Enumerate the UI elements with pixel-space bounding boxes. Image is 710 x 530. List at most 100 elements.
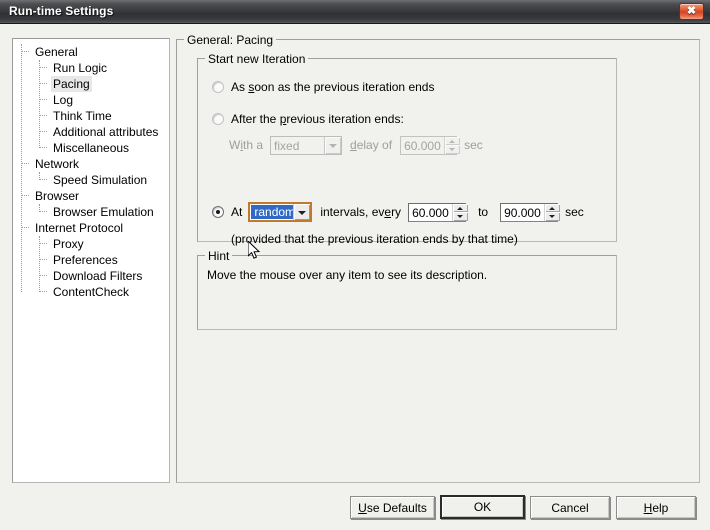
spin-down-icon[interactable] [544,212,560,221]
general-pacing-group-title: General: Pacing [184,33,277,47]
interval-from-stepper[interactable]: 60.000 [408,202,468,222]
delay-spin-buttons[interactable] [443,136,460,154]
tree-item-label: Browser [35,189,80,203]
intervals-every-label: intervals, every [320,205,402,219]
hint-group: Hint Move the mouse over any item to see… [197,249,617,330]
tree-item-label: Speed Simulation [53,173,148,187]
dialog-client-area: General Run Logic Pacing Log Think Time Addit… [0,25,710,530]
hint-group-title: Hint [205,249,233,263]
interval-from-spin-buttons[interactable] [451,203,468,221]
spin-down-icon[interactable] [452,212,468,221]
tree-item-run-logic[interactable]: Run Logic [13,60,169,76]
help-button[interactable]: Help [616,496,696,519]
settings-tree-panel[interactable]: General Run Logic Pacing Log Think Time Addit… [12,38,170,483]
tree-item-label: Log [53,93,74,107]
interval-unit-label: sec [565,205,584,219]
tree-item-proxy[interactable]: Proxy [13,236,169,252]
close-icon: ✖ [686,5,697,17]
delay-value[interactable]: 60.000 [401,137,444,154]
use-defaults-button[interactable]: Use Defaults [350,496,435,519]
tree-connector-icon [39,99,47,101]
to-label: to [478,205,489,219]
window-titlebar: Run-time Settings ✖ [0,0,710,24]
ok-label: OK [473,500,492,514]
delay-type-combo-value: fixed [274,138,300,153]
tree-item-think-time[interactable]: Think Time [13,108,169,124]
tree-guide-line [39,236,40,292]
delay-value-stepper[interactable]: 60.000 [400,135,460,155]
option-after-previous-label: After the previous iteration ends: [231,112,404,126]
option-as-soon-as-label: As soon as the previous iteration ends [231,80,435,94]
tree-item-general[interactable]: General [13,44,169,60]
tree-guide-line [39,172,40,180]
tree-item-log[interactable]: Log [13,92,169,108]
tree-item-additional-attributes[interactable]: Additional attributes [13,124,169,140]
tree-item-browser[interactable]: Browser [13,188,169,204]
tree-connector-icon [39,67,47,69]
tree-connector-icon [39,259,47,261]
interval-type-combo[interactable]: random [248,202,313,222]
tree-connector-icon [39,179,47,181]
tree-item-label: General [35,45,78,59]
delay-unit-label: sec [464,138,483,152]
tree-connector-icon [39,131,47,133]
option-at-intervals-row[interactable]: At random intervals, every 60.000 to 90.… [212,202,584,222]
interval-from-value[interactable]: 60.000 [409,204,452,221]
delay-type-combo[interactable]: fixed [270,135,343,155]
settings-tree[interactable]: General Run Logic Pacing Log Think Time Addit… [13,39,169,300]
fixed-delay-row: With a fixed delay of 60.000 sec [229,135,483,155]
tree-connector-icon [39,243,47,245]
tree-item-speed-simulation[interactable]: Speed Simulation [13,172,169,188]
ok-button[interactable]: OK [440,495,525,519]
tree-connector-icon [39,147,47,149]
spin-down-icon[interactable] [444,145,460,154]
tree-item-label: Miscellaneous [53,141,130,155]
close-button[interactable]: ✖ [679,3,704,20]
tree-item-contentcheck[interactable]: ContentCheck [13,284,169,300]
delay-of-label: delay of [350,138,393,152]
spin-up-icon[interactable] [444,136,460,145]
hint-text: Move the mouse over any item to see its … [207,268,488,282]
tree-item-download-filters[interactable]: Download Filters [13,268,169,284]
radio-after-previous[interactable] [212,113,224,125]
radio-at-intervals[interactable] [212,206,224,218]
tree-item-label: Network [35,157,80,171]
tree-item-preferences[interactable]: Preferences [13,252,169,268]
tree-connector-icon [39,115,47,117]
tree-connector-icon [21,227,29,229]
tree-connector-icon [21,51,29,53]
runtime-settings-dialog: Run-time Settings ✖ General Run Logic Paci… [0,0,710,530]
tree-connector-icon [39,211,47,213]
start-new-iteration-group: Start new Iteration As soon as the previ… [197,52,617,246]
tree-item-label: Preferences [53,253,118,267]
interval-to-spin-buttons[interactable] [543,203,560,221]
chevron-down-icon[interactable] [324,136,342,154]
interval-to-value[interactable]: 90.000 [501,204,544,221]
window-title: Run-time Settings [9,4,114,18]
tree-item-pacing[interactable]: Pacing [13,76,169,92]
tree-item-label: Download Filters [53,269,143,283]
use-defaults-label: Use Defaults [358,500,427,515]
spin-up-icon[interactable] [544,203,560,212]
option-as-soon-as-row[interactable]: As soon as the previous iteration ends [212,79,434,95]
at-label: At [231,205,243,219]
interval-to-stepper[interactable]: 90.000 [500,202,560,222]
tree-guide-line [39,204,40,212]
tree-item-label: Think Time [53,109,112,123]
option-after-previous-row[interactable]: After the previous iteration ends: [212,111,404,127]
tree-item-internet-protocol[interactable]: Internet Protocol [13,220,169,236]
tree-connector-icon [39,83,47,85]
tree-item-network[interactable]: Network [13,156,169,172]
tree-item-miscellaneous[interactable]: Miscellaneous [13,140,169,156]
tree-connector-icon [21,195,29,197]
spin-up-icon[interactable] [452,203,468,212]
tree-item-browser-emulation[interactable]: Browser Emulation [13,204,169,220]
tree-connector-icon [21,163,29,165]
tree-item-label: Run Logic [53,61,108,75]
chevron-down-icon[interactable] [293,204,311,220]
radio-as-soon-as[interactable] [212,81,224,93]
interval-type-combo-value: random [251,205,294,219]
tree-item-label: Proxy [53,237,84,251]
pacing-note: (provided that the previous iteration en… [231,232,518,246]
cancel-button[interactable]: Cancel [530,496,610,519]
